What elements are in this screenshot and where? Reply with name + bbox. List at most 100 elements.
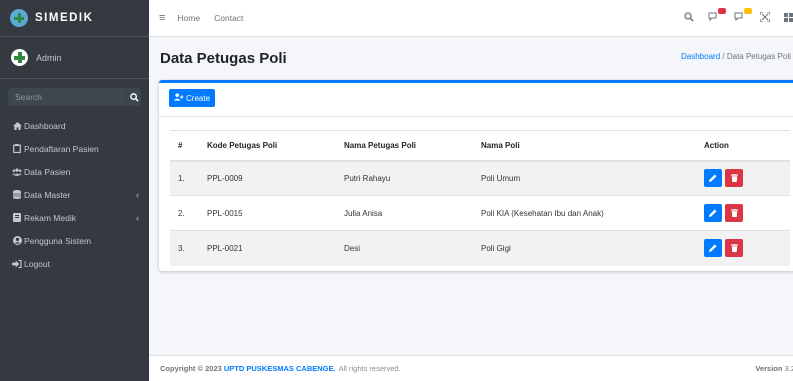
edit-button[interactable] — [704, 204, 722, 222]
clipboard-icon — [12, 144, 22, 153]
sidebar-item-label: Pengguna Sistem — [24, 235, 92, 246]
breadcrumb-current: Data Petugas Poli — [726, 52, 791, 61]
pencil-icon — [709, 209, 717, 217]
sidebar-item-label: Dashboard — [24, 120, 66, 131]
create-button[interactable]: Create — [169, 89, 216, 107]
sidebar-item-label: Logout — [24, 258, 50, 269]
top-navbar: ≡ Home Contact — [149, 0, 793, 37]
page-title: Data Petugas Poli — [160, 50, 287, 67]
notifications-badge — [744, 8, 752, 14]
cell-poli: Poli Gigi — [471, 230, 694, 266]
nav-link-home[interactable]: Home — [177, 13, 200, 23]
cell-nama: Putri Rahayu — [334, 160, 471, 196]
column-header-kode[interactable]: Kode Petugas Poli — [197, 130, 334, 162]
sidebar-item-label: Data Pasien — [24, 166, 71, 177]
home-icon — [12, 121, 22, 130]
book-icon — [12, 213, 22, 222]
user-name[interactable]: Admin — [36, 53, 62, 63]
chevron-left-icon: ‹ — [136, 189, 139, 200]
trash-icon — [730, 209, 738, 217]
users-icon — [12, 168, 22, 176]
sidebar-item-logout[interactable]: Logout — [0, 252, 149, 275]
logout-icon — [12, 259, 22, 268]
cell-action — [694, 195, 790, 231]
sidebar-item-pendaftaran-pasien[interactable]: Pendaftaran Pasien — [0, 137, 149, 160]
cell-poli: Poli Umum — [471, 160, 694, 196]
edit-button[interactable] — [704, 169, 722, 188]
brand-logo-icon — [10, 9, 28, 27]
sidebar-item-label: Pendaftaran Pasien — [24, 143, 99, 154]
copyright-prefix: Copyright © 2023 — [160, 364, 222, 373]
column-header-number[interactable]: # — [170, 130, 197, 162]
cell-number: 2. — [170, 195, 197, 231]
cell-nama: Julia Anisa — [334, 195, 471, 231]
sidebar-item-data-master[interactable]: Data Master ‹ — [0, 183, 149, 206]
sidebar-item-pengguna-sistem[interactable]: Pengguna Sistem — [0, 229, 149, 252]
cell-poli: Poli KIA (Kesehatan Ibu dan Anak) — [471, 195, 694, 231]
delete-button[interactable] — [725, 169, 743, 188]
card-header: Create — [159, 83, 793, 117]
search-input[interactable] — [8, 88, 126, 106]
version-number: 3.2 — [784, 364, 793, 373]
table-row: 1. PPL-0009 Putri Rahayu Poli Umum — [170, 160, 790, 196]
sidebar-item-label: Data Master — [24, 189, 71, 200]
search-icon — [129, 92, 139, 102]
cell-kode: PPL-0015 — [197, 195, 334, 231]
table-header-row: # Kode Petugas Poli Nama Petugas Poli Na… — [170, 130, 790, 162]
search-button[interactable] — [126, 88, 141, 106]
data-card: Create # Kode Petugas Poli Nama Petugas … — [159, 80, 793, 271]
pencil-icon — [709, 244, 717, 253]
navbar-right-icons — [670, 0, 793, 37]
breadcrumb: Dashboard / Data Petugas Poli — [681, 52, 791, 61]
apps-grid-icon[interactable] — [784, 12, 793, 25]
table-row: 3. PPL-0021 Desi Poli Gigi — [170, 230, 790, 266]
cell-kode: PPL-0009 — [197, 160, 334, 196]
footer-org-link[interactable]: UPTD PUSKESMAS CABENGE. — [224, 364, 336, 373]
notifications-icon[interactable] — [734, 8, 752, 25]
sidebar-item-data-pasien[interactable]: Data Pasien — [0, 160, 149, 183]
avatar — [11, 49, 28, 66]
cell-action — [694, 230, 790, 266]
fullscreen-icon[interactable] — [759, 11, 771, 25]
delete-button[interactable] — [725, 239, 743, 258]
sidebar-item-rekam-medik[interactable]: Rekam Medik ‹ — [0, 206, 149, 229]
cell-number: 3. — [170, 230, 197, 266]
sidebar-search — [8, 88, 141, 106]
cell-nama: Desi — [334, 230, 471, 266]
messages-badge — [718, 8, 726, 14]
column-header-nama-poli[interactable]: Nama Poli — [471, 130, 694, 162]
data-table: # Kode Petugas Poli Nama Petugas Poli Na… — [170, 130, 790, 266]
column-header-nama-petugas[interactable]: Nama Petugas Poli — [334, 130, 471, 162]
footer-copyright: Copyright © 2023 UPTD PUSKESMAS CABENGE. — [160, 364, 336, 373]
nav-link-contact[interactable]: Contact — [214, 13, 243, 23]
user-panel[interactable]: Admin — [0, 37, 149, 79]
user-circle-icon — [12, 236, 22, 245]
cell-kode: PPL-0021 — [197, 230, 334, 266]
menu-toggle-icon[interactable]: ≡ — [159, 12, 165, 24]
user-plus-icon — [174, 93, 184, 103]
brand-name: SIMEDIK — [35, 12, 94, 24]
sidebar-item-label: Rekam Medik — [24, 212, 76, 223]
edit-button[interactable] — [704, 239, 722, 258]
version-label: Version — [755, 364, 783, 373]
column-header-action: Action — [694, 130, 790, 162]
sidebar-item-dashboard[interactable]: Dashboard — [0, 114, 149, 137]
database-icon — [12, 190, 22, 199]
footer-rights: All rights reserved. — [338, 364, 401, 373]
search-icon[interactable] — [684, 12, 694, 25]
chevron-left-icon: ‹ — [136, 212, 139, 223]
footer: Copyright © 2023 UPTD PUSKESMAS CABENGE.… — [149, 355, 793, 381]
create-button-label: Create — [186, 93, 211, 103]
table-row: 2. PPL-0015 Julia Anisa Poli KIA (Keseha… — [170, 195, 790, 231]
cell-number: 1. — [170, 160, 197, 196]
sidebar: SIMEDIK Admin Dashboard Pendaftaran Pasi… — [0, 0, 149, 381]
breadcrumb-separator: / — [722, 52, 725, 61]
pencil-icon — [709, 174, 717, 183]
footer-version: Version 3.2 — [755, 364, 793, 373]
delete-button[interactable] — [725, 204, 743, 222]
trash-icon — [730, 174, 738, 183]
breadcrumb-home-link[interactable]: Dashboard — [681, 52, 720, 61]
messages-icon[interactable] — [708, 8, 726, 25]
trash-icon — [730, 244, 738, 253]
brand[interactable]: SIMEDIK — [0, 0, 149, 37]
